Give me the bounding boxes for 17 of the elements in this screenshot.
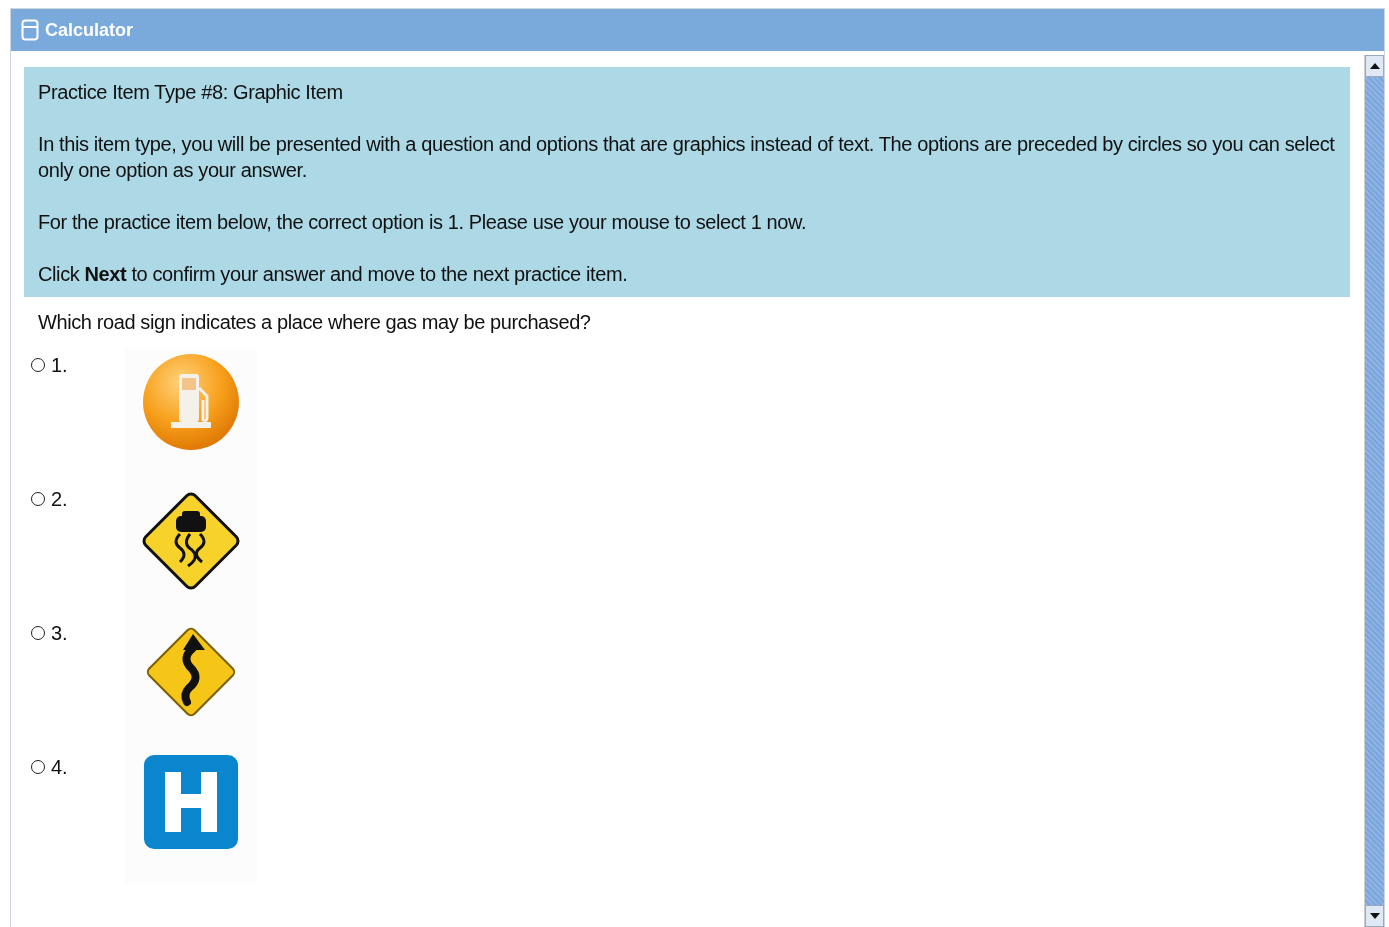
answer-option[interactable]: 4. — [31, 750, 125, 884]
up-arrow-icon — [1369, 63, 1380, 69]
answer-option[interactable]: 1. — [31, 348, 125, 482]
answer-option[interactable]: 3. — [31, 616, 125, 750]
down-arrow-icon — [1369, 913, 1380, 919]
answer-option[interactable]: 2. — [31, 482, 125, 616]
scroll-up-button[interactable] — [1365, 55, 1384, 77]
scroll-down-button[interactable] — [1365, 905, 1384, 927]
instructions-heading: Practice Item Type #8: Graphic Item — [38, 80, 344, 105]
scrollbar[interactable] — [1364, 55, 1384, 927]
fuel-pump-icon — [141, 352, 241, 452]
calculator-icon — [21, 19, 39, 41]
instructions-text: For the practice item below, the correct option is 1. Please use your mouse to select 1 now. — [38, 210, 808, 235]
instructions-text: Click Next to confirm your answer and move to the next practice item. — [38, 262, 629, 287]
hospital-sign-icon — [143, 754, 239, 850]
question-text: Which road sign indicates a place where gas may be purchased? — [37, 310, 592, 335]
instructions-text: In this item type, you will be presented with a question and options that are graphics instead of text. The options are preceded by circles so you can select only one option as your answer. — [38, 132, 1336, 183]
